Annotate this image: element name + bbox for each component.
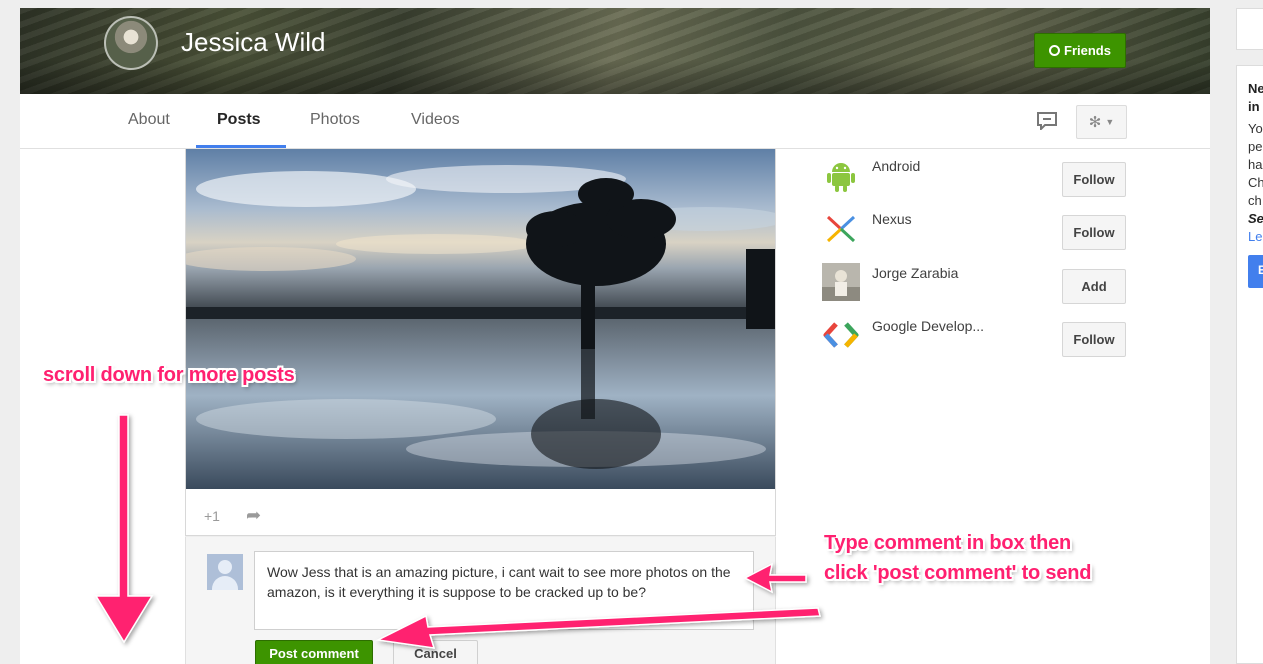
- add-button[interactable]: Add: [1062, 269, 1126, 304]
- right-search-box[interactable]: [1236, 8, 1263, 50]
- card-link[interactable]: Le: [1248, 228, 1263, 246]
- settings-button[interactable]: ✻ ▼: [1076, 105, 1127, 139]
- comment-area: Wow Jess that is an amazing picture, i c…: [185, 537, 776, 664]
- chevron-down-icon: ▼: [1105, 117, 1115, 127]
- follow-button[interactable]: Follow: [1062, 215, 1126, 250]
- rec-name[interactable]: Nexus: [872, 211, 912, 227]
- friends-label: Friends: [1064, 43, 1111, 58]
- rec-item-jorge: Jorge Zarabia Add: [822, 263, 1212, 304]
- rec-item-google-developers: Google Develop... Follow: [822, 316, 1212, 357]
- google-developers-icon: [823, 322, 859, 348]
- card-button[interactable]: E: [1248, 255, 1263, 288]
- card-text-line: Se: [1248, 211, 1263, 226]
- cancel-button[interactable]: Cancel: [393, 640, 478, 664]
- post-comment-button[interactable]: Post comment: [255, 640, 373, 664]
- comment-input[interactable]: Wow Jess that is an amazing picture, i c…: [254, 551, 754, 630]
- tab-about[interactable]: About: [128, 111, 170, 129]
- person-photo: [822, 263, 860, 301]
- rec-item-nexus: Nexus Follow: [822, 209, 1212, 250]
- card-heading-line: Ne: [1248, 81, 1263, 96]
- rec-name[interactable]: Jorge Zarabia: [872, 265, 958, 281]
- comment-annotation: Type comment in box then click 'post com…: [824, 528, 1092, 588]
- comment-annotation-line2: click 'post comment' to send: [824, 562, 1092, 584]
- profile-tab-bar: About Posts Photos Videos ✻ ▼: [20, 94, 1210, 149]
- commenter-avatar: [207, 554, 243, 590]
- post-card: +1 ➦: [185, 149, 776, 536]
- rec-item-android: Android Follow: [822, 156, 1212, 197]
- share-icon[interactable]: ➦: [246, 505, 261, 526]
- nexus-icon: [826, 215, 856, 243]
- card-text-line: Ch: [1248, 175, 1263, 190]
- circle-icon: [1049, 45, 1061, 56]
- scroll-annotation: scroll down for more posts: [43, 364, 295, 386]
- card-heading-line: in: [1248, 99, 1260, 114]
- chat-icon[interactable]: [1036, 112, 1058, 130]
- tab-videos[interactable]: Videos: [411, 111, 460, 129]
- gear-icon: ✻: [1088, 114, 1102, 131]
- android-icon: [827, 163, 855, 192]
- follow-button[interactable]: Follow: [1062, 162, 1126, 197]
- friends-button[interactable]: Friends: [1034, 33, 1126, 68]
- comment-annotation-line1: Type comment in box then: [824, 532, 1072, 554]
- profile-name: Jessica Wild: [181, 27, 326, 57]
- card-text-line: ha: [1248, 157, 1263, 172]
- active-tab-indicator: [196, 145, 286, 148]
- rec-name[interactable]: Google Develop...: [872, 318, 984, 334]
- card-text-line: Yo: [1248, 121, 1263, 136]
- right-info-card: Ne in Yo pe ha Ch ch Se Le E: [1236, 65, 1263, 664]
- profile-avatar[interactable]: [104, 16, 158, 70]
- card-text-line: ch: [1248, 193, 1262, 208]
- post-photo[interactable]: [186, 149, 775, 489]
- rec-name[interactable]: Android: [872, 158, 920, 174]
- card-text-line: pe: [1248, 139, 1263, 154]
- follow-button[interactable]: Follow: [1062, 322, 1126, 357]
- left-column: [20, 149, 185, 664]
- plus-one-button[interactable]: +1: [204, 508, 220, 524]
- tab-photos[interactable]: Photos: [310, 111, 360, 129]
- tab-posts[interactable]: Posts: [217, 111, 261, 129]
